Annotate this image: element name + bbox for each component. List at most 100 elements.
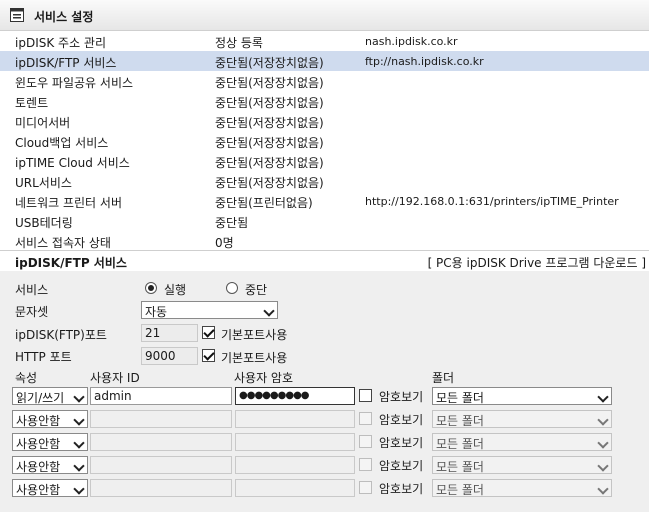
chevron-down-icon <box>597 414 609 426</box>
charset-select[interactable]: 자동 <box>141 301 278 319</box>
chevron-down-icon <box>73 437 85 449</box>
chevron-down-icon <box>597 460 609 472</box>
show-password-checkbox[interactable] <box>359 389 372 402</box>
user-folder-select[interactable]: 모든 폴더 <box>432 456 612 474</box>
user-id-input[interactable] <box>90 479 232 497</box>
service-name: 네트워크 프린터 서버 <box>15 196 122 210</box>
http-port-label: HTTP 포트 <box>15 350 72 364</box>
service-address: nash.ipdisk.co.kr <box>365 35 458 48</box>
service-name: 윈도우 파일공유 서비스 <box>15 76 134 90</box>
user-password-input[interactable] <box>235 456 355 474</box>
chevron-down-icon <box>263 305 275 317</box>
user-attr-select[interactable]: 읽기/쓰기 <box>12 387 88 405</box>
chevron-down-icon <box>73 391 85 403</box>
service-status: 중단됨(저장장치없음) <box>215 76 324 90</box>
service-name: ipDISK 주소 관리 <box>15 36 107 50</box>
user-password-input[interactable]: ●●●●●●●●● <box>235 387 355 405</box>
service-row: Cloud백업 서비스 중단됨(저장장치없음) <box>0 131 649 151</box>
charset-label: 문자셋 <box>15 305 49 319</box>
default-port-label: 기본포트사용 <box>221 328 288 342</box>
service-row: 토렌트 중단됨(저장장치없음) <box>0 91 649 111</box>
user-folder-select[interactable]: 모든 폴더 <box>432 433 612 451</box>
user-password-input[interactable] <box>235 479 355 497</box>
show-password-checkbox[interactable] <box>359 481 372 494</box>
service-name: ipTIME Cloud 서비스 <box>15 156 130 170</box>
col-attr: 속성 <box>15 371 38 385</box>
service-status: 중단됨(저장장치없음) <box>215 96 324 110</box>
service-address: http://192.168.0.1:631/printers/ipTIME_P… <box>365 195 619 208</box>
user-attr-select[interactable]: 사용안함 <box>12 433 88 451</box>
show-password-label: 암호보기 <box>379 482 424 496</box>
show-password-label: 암호보기 <box>379 459 424 473</box>
user-attr-select[interactable]: 사용안함 <box>12 410 88 428</box>
service-status: 중단됨 <box>215 216 249 230</box>
chevron-down-icon <box>597 437 609 449</box>
page-title: 서비스 설정 <box>34 10 94 24</box>
service-name: 토렌트 <box>15 96 49 110</box>
stop-label: 중단 <box>245 283 268 297</box>
http-port-input[interactable]: 9000 <box>141 347 198 365</box>
ftp-port-input[interactable]: 21 <box>141 324 198 342</box>
service-label: 서비스 <box>15 283 49 297</box>
run-radio[interactable] <box>145 282 157 294</box>
title-bar: 서비스 설정 <box>0 0 649 31</box>
service-name: ipDISK/FTP 서비스 <box>15 56 117 70</box>
show-password-checkbox[interactable] <box>359 412 372 425</box>
service-row: URL서비스 중단됨(저장장치없음) <box>0 171 649 191</box>
service-address: ftp://nash.ipdisk.co.kr <box>365 55 484 68</box>
default-port-label: 기본포트사용 <box>221 351 288 365</box>
service-status-table: ipDISK 주소 관리 정상 등록 nash.ipdisk.co.kr ipDIS… <box>0 31 649 251</box>
user-attr-select[interactable]: 사용안함 <box>12 456 88 474</box>
ftp-section-header: ipDISK/FTP 서비스 [ PC용 ipDISK Drive 프로그램 다… <box>0 250 649 271</box>
ftp-settings-panel: 서비스 실행 중단 문자셋 자동 ipDISK(FTP)포트 21 기본포트사용… <box>0 271 649 512</box>
settings-window-icon <box>10 8 24 22</box>
service-name: 서비스 접속자 상태 <box>15 236 111 250</box>
show-password-label: 암호보기 <box>379 390 424 404</box>
chevron-down-icon <box>73 414 85 426</box>
chevron-down-icon <box>597 483 609 495</box>
user-folder-select[interactable]: 모든 폴더 <box>432 410 612 428</box>
user-id-input[interactable] <box>90 456 232 474</box>
user-folder-select[interactable]: 모든 폴더 <box>432 387 612 405</box>
run-label: 실행 <box>164 283 187 297</box>
stop-radio[interactable] <box>226 282 238 294</box>
user-attr-select[interactable]: 사용안함 <box>12 479 88 497</box>
service-status: 중단됨(저장장치없음) <box>215 56 324 70</box>
ftp-default-port-checkbox[interactable] <box>202 326 215 339</box>
service-row: USB테더링 중단됨 <box>0 211 649 231</box>
service-status: 중단됨(저장장치없음) <box>215 116 324 130</box>
service-row-selected[interactable]: ipDISK/FTP 서비스 중단됨(저장장치없음) ftp://nash.ipdi… <box>0 51 649 71</box>
section-title: ipDISK/FTP 서비스 <box>15 256 127 270</box>
service-name: 미디어서버 <box>15 116 71 130</box>
chevron-down-icon <box>597 391 609 403</box>
user-id-input[interactable] <box>90 433 232 451</box>
http-default-port-checkbox[interactable] <box>202 349 215 362</box>
show-password-checkbox[interactable] <box>359 435 372 448</box>
user-id-input[interactable]: admin <box>90 387 232 405</box>
service-status: 0명 <box>215 236 234 250</box>
chevron-down-icon <box>73 483 85 495</box>
download-link[interactable]: [ PC용 ipDISK Drive 프로그램 다운로드 ] <box>428 254 646 271</box>
service-name: USB테더링 <box>15 216 73 230</box>
service-row: 미디어서버 중단됨(저장장치없음) <box>0 111 649 131</box>
service-name: URL서비스 <box>15 176 72 190</box>
service-status: 중단됨(저장장치없음) <box>215 136 324 150</box>
col-password: 사용자 암호 <box>234 371 294 385</box>
user-id-input[interactable] <box>90 410 232 428</box>
show-password-label: 암호보기 <box>379 436 424 450</box>
service-status: 중단됨(저장장치없음) <box>215 156 324 170</box>
user-password-input[interactable] <box>235 410 355 428</box>
ftp-port-label: ipDISK(FTP)포트 <box>15 328 107 342</box>
service-row: 윈도우 파일공유 서비스 중단됨(저장장치없음) <box>0 71 649 91</box>
col-folder: 폴더 <box>432 371 455 385</box>
service-row: ipDISK 주소 관리 정상 등록 nash.ipdisk.co.kr <box>0 31 649 51</box>
service-row: ipTIME Cloud 서비스 중단됨(저장장치없음) <box>0 151 649 171</box>
service-name: Cloud백업 서비스 <box>15 136 109 150</box>
service-status: 정상 등록 <box>215 36 263 50</box>
user-password-input[interactable] <box>235 433 355 451</box>
service-status: 중단됨(프린터없음) <box>215 196 313 210</box>
service-row: 네트워크 프린터 서버 중단됨(프린터없음) http://192.168.0.1:… <box>0 191 649 211</box>
show-password-checkbox[interactable] <box>359 458 372 471</box>
service-status: 중단됨(저장장치없음) <box>215 176 324 190</box>
user-folder-select[interactable]: 모든 폴더 <box>432 479 612 497</box>
